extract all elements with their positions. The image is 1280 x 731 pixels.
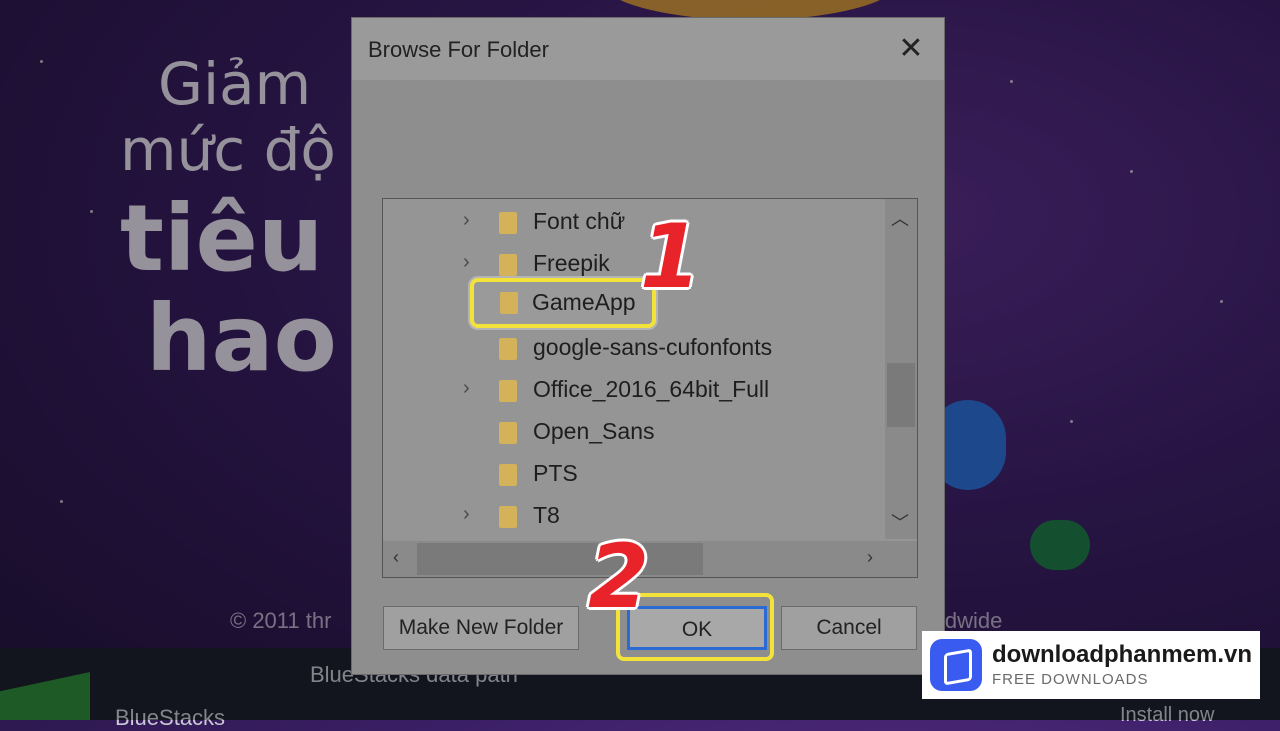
tree-item-label: Freepik bbox=[533, 250, 610, 276]
cancel-button[interactable]: Cancel bbox=[781, 606, 917, 650]
step-marker-1: 1 bbox=[640, 205, 702, 308]
scroll-left-icon[interactable]: ‹ bbox=[393, 547, 399, 568]
gameapp-highlight[interactable]: GameApp bbox=[470, 278, 656, 328]
watermark: downloadphanmem.vn FREE DOWNLOADS bbox=[922, 631, 1260, 699]
folder-icon bbox=[499, 506, 517, 528]
dialog-titlebar: Browse For Folder ✕ bbox=[352, 18, 944, 80]
cube-icon bbox=[944, 648, 972, 686]
watermark-logo-icon bbox=[930, 639, 982, 691]
tree-item-office[interactable]: › Office_2016_64bit_Full bbox=[383, 371, 883, 411]
tree-item-label: PTS bbox=[533, 460, 578, 486]
dialog-title: Browse For Folder bbox=[368, 37, 549, 62]
watermark-name: downloadphanmem.vn bbox=[992, 641, 1253, 668]
tree-item-open-sans[interactable]: Open_Sans bbox=[383, 413, 883, 453]
folder-icon bbox=[500, 292, 518, 314]
tree-item-font-chu[interactable]: › Font chữ bbox=[383, 203, 883, 243]
step-marker-2: 2 bbox=[588, 525, 650, 628]
folder-icon bbox=[499, 254, 517, 276]
folder-icon bbox=[499, 464, 517, 486]
tree-item-label: GameApp bbox=[532, 289, 636, 315]
tree-item-google-sans[interactable]: google-sans-cufonfonts bbox=[383, 329, 883, 369]
close-icon[interactable]: ✕ bbox=[894, 32, 928, 66]
chevron-right-icon[interactable]: › bbox=[463, 503, 470, 526]
scroll-up-icon[interactable]: ︿ bbox=[891, 205, 909, 231]
folder-icon bbox=[499, 338, 517, 360]
chevron-right-icon[interactable]: › bbox=[463, 251, 470, 274]
tree-item-pts[interactable]: PTS bbox=[383, 455, 883, 495]
chevron-right-icon[interactable]: › bbox=[463, 209, 470, 232]
tree-item-label: google-sans-cufonfonts bbox=[533, 334, 773, 360]
chevron-right-icon[interactable]: › bbox=[463, 377, 470, 400]
tree-item-label: Office_2016_64bit_Full bbox=[533, 376, 770, 402]
tree-item-label: Font chữ bbox=[533, 208, 626, 234]
tree-item-label: Open_Sans bbox=[533, 418, 655, 444]
watermark-tagline: FREE DOWNLOADS bbox=[992, 671, 1149, 688]
folder-icon bbox=[499, 422, 517, 444]
vertical-scroll-thumb[interactable] bbox=[887, 363, 915, 427]
folder-icon bbox=[499, 212, 517, 234]
horizontal-scrollbar[interactable]: ‹ › bbox=[383, 541, 917, 577]
make-new-folder-button[interactable]: Make New Folder bbox=[383, 606, 579, 650]
horizontal-scroll-thumb[interactable] bbox=[417, 543, 703, 575]
vertical-scrollbar[interactable]: ︿ ﹀ bbox=[885, 199, 917, 539]
folder-icon bbox=[499, 380, 517, 402]
scroll-right-icon[interactable]: › bbox=[867, 547, 873, 568]
tree-item-label: T8 bbox=[533, 502, 560, 528]
scroll-down-icon[interactable]: ﹀ bbox=[891, 509, 909, 535]
